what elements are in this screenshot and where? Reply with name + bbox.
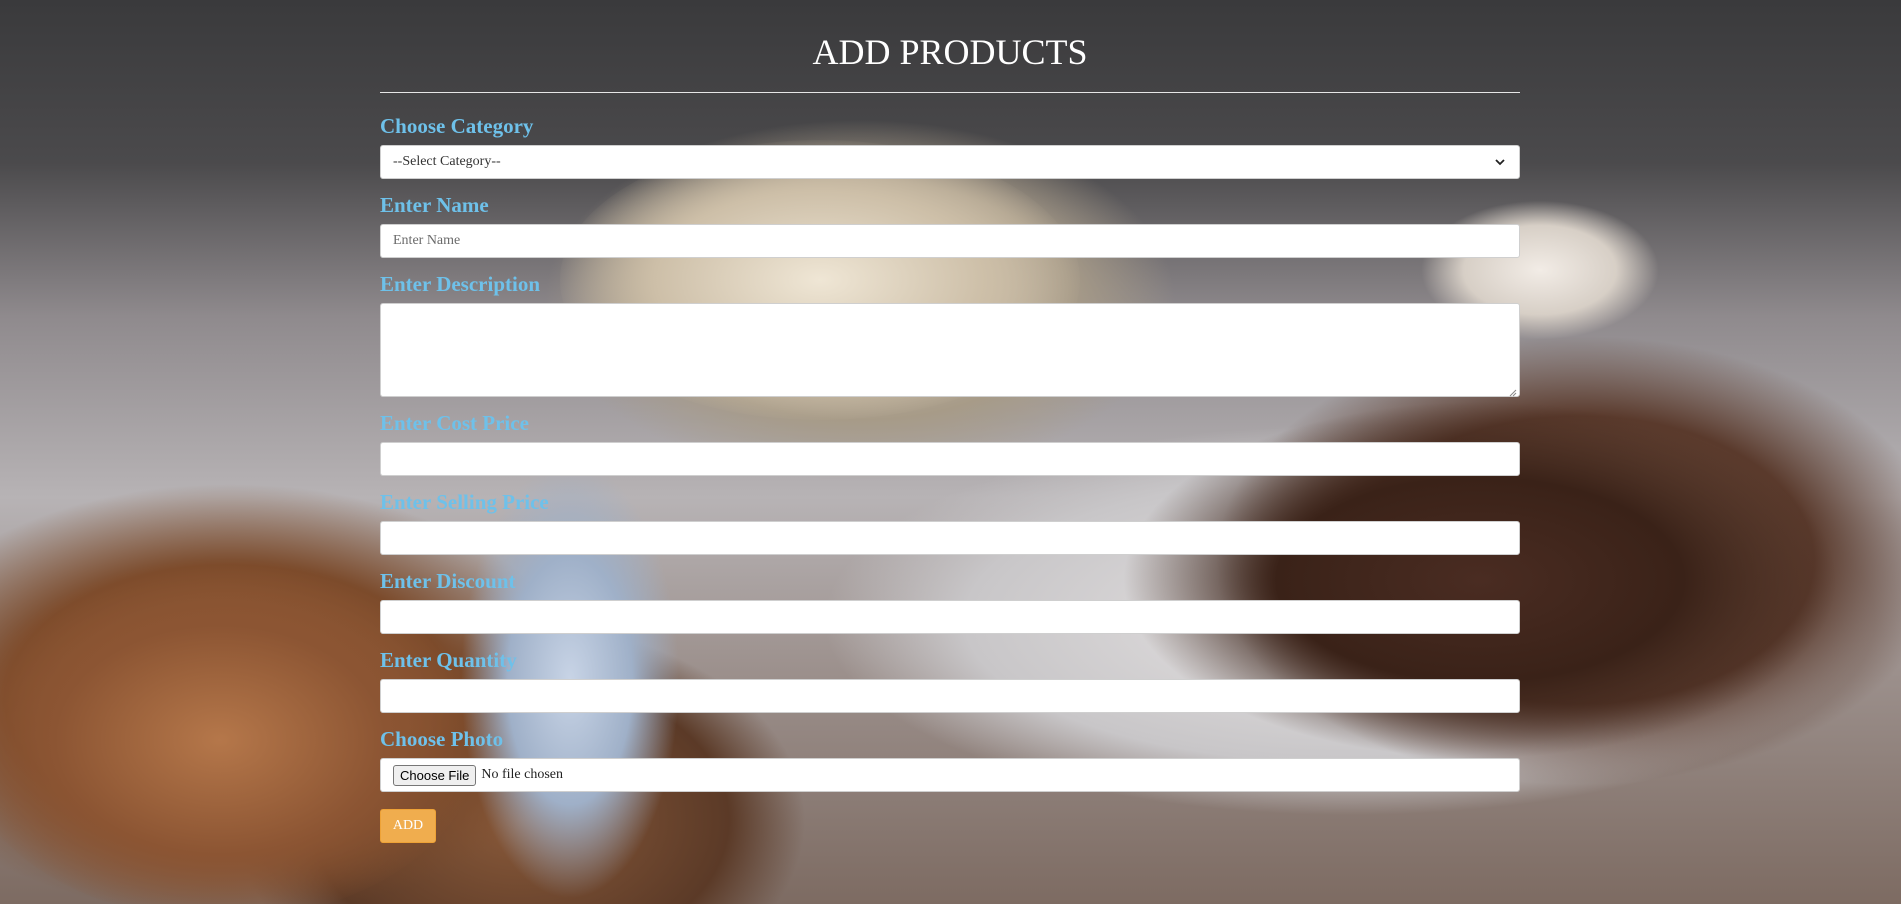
name-label: Enter Name [380, 193, 489, 217]
discount-label: Enter Discount [380, 569, 516, 593]
description-label: Enter Description [380, 272, 541, 296]
choose-file-button[interactable]: Choose File [393, 764, 477, 786]
category-selected-value: --Select Category-- [393, 154, 501, 169]
quantity-input[interactable] [380, 679, 1520, 713]
quantity-label: Enter Quantity [380, 648, 517, 672]
page-title: ADD PRODUCTS [812, 32, 1088, 72]
photo-file-input[interactable]: Choose File No file chosen [380, 758, 1520, 792]
add-button[interactable]: ADD [380, 809, 436, 843]
selling-price-label: Enter Selling Price [380, 490, 549, 514]
category-select[interactable]: --Select Category-- [380, 145, 1520, 179]
name-input[interactable]: Enter Name [380, 224, 1520, 258]
description-textarea[interactable] [380, 303, 1520, 397]
page: ADD PRODUCTS Choose Category --Select Ca… [0, 0, 1901, 904]
selling-price-input[interactable] [380, 521, 1520, 555]
photo-label: Choose Photo [380, 727, 504, 751]
file-status-text: No file chosen [481, 767, 564, 782]
cost-price-input[interactable] [380, 442, 1520, 476]
cost-price-label: Enter Cost Price [380, 411, 529, 435]
add-products-form: ADD PRODUCTS Choose Category --Select Ca… [380, 0, 1520, 843]
discount-input[interactable] [380, 600, 1520, 634]
title-divider [380, 92, 1520, 93]
chevron-down-icon [1493, 155, 1507, 169]
category-label: Choose Category [380, 114, 534, 138]
resize-handle-icon[interactable] [1509, 386, 1517, 397]
name-placeholder: Enter Name [393, 233, 461, 248]
